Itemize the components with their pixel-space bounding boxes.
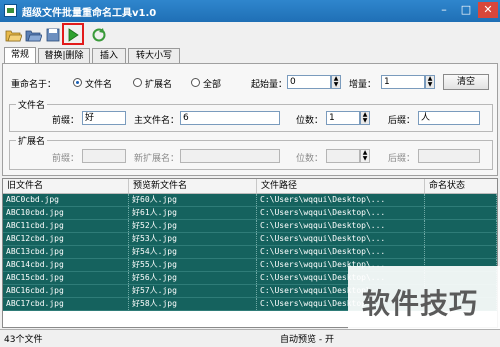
- radio-all-label: 全部: [203, 80, 222, 90]
- table-row[interactable]: ABC11cbd.jpg 好52人.jpg C:\Users\wqqui\Deskt…: [3, 220, 497, 233]
- column-header-old-name[interactable]: 旧文件名: [3, 179, 129, 193]
- open-file-icon[interactable]: [4, 26, 23, 44]
- start-value-spinner[interactable]: ▲ ▼: [331, 75, 341, 89]
- suffix-input[interactable]: 人: [418, 111, 480, 125]
- ext-prefix-label: 前缀：: [52, 154, 80, 164]
- table-row[interactable]: ABC0cbd.jpg 好60人.jpg C:\Users\wqqui\Deskto…: [3, 194, 497, 207]
- ext-digits-input[interactable]: [326, 149, 360, 163]
- cell-new-name: 好57人.jpg: [129, 285, 257, 297]
- table-row[interactable]: ABC12cbd.jpg 好53人.jpg C:\Users\wqqui\Deskt…: [3, 233, 497, 246]
- preview-mode-status: 自动预览 - 开: [280, 335, 334, 345]
- cell-path: C:\Users\wqqui\Desktop\...: [257, 246, 425, 258]
- table-header: 旧文件名 预览新文件名 文件路径 命名状态: [3, 179, 497, 194]
- table-row[interactable]: ABC10cbd.jpg 好61人.jpg C:\Users\wqqui\Deskt…: [3, 207, 497, 220]
- main-name-input[interactable]: 6: [180, 111, 280, 125]
- tab-case-convert[interactable]: 转大小写: [128, 48, 180, 63]
- file-count-status: 43个文件: [4, 335, 43, 345]
- tab-insert[interactable]: 插入: [92, 48, 126, 63]
- radio-extension-label: 扩展名: [145, 80, 173, 90]
- cell-old-name: ABC15cbd.jpg: [3, 272, 129, 284]
- cell-old-name: ABC14cbd.jpg: [3, 259, 129, 271]
- cell-old-name: ABC17cbd.jpg: [3, 298, 129, 310]
- radio-extension[interactable]: [133, 78, 142, 87]
- prefix-input[interactable]: 好: [82, 111, 126, 125]
- cell-new-name: 好58人.jpg: [129, 298, 257, 310]
- app-icon: [4, 4, 17, 17]
- prefix-label: 前缀：: [52, 116, 80, 126]
- cell-new-name: 好54人.jpg: [129, 246, 257, 258]
- step-input[interactable]: 1: [381, 75, 425, 89]
- minimize-button[interactable]: –: [434, 2, 454, 18]
- main-name-label: 主文件名：: [134, 116, 180, 126]
- rename-target-label: 重命名于：: [11, 80, 57, 90]
- watermark: 软件技巧: [348, 266, 500, 332]
- close-button[interactable]: ✕: [478, 2, 498, 18]
- tab-replace-delete[interactable]: 替换|删除: [38, 48, 90, 63]
- cell-new-name: 好55人.jpg: [129, 259, 257, 271]
- cell-status: [425, 233, 497, 245]
- cell-new-name: 好53人.jpg: [129, 233, 257, 245]
- tab-general[interactable]: 常规: [4, 47, 36, 64]
- ext-digits-label: 位数：: [296, 154, 324, 164]
- play-icon[interactable]: [64, 26, 82, 44]
- maximize-button[interactable]: □: [456, 2, 476, 18]
- start-value-label: 起始量：: [251, 80, 288, 90]
- cell-old-name: ABC11cbd.jpg: [3, 220, 129, 232]
- cell-new-name: 好56人.jpg: [129, 272, 257, 284]
- column-header-new-name[interactable]: 预览新文件名: [129, 179, 257, 193]
- general-panel: 重命名于： 文件名 扩展名 全部 起始量： 0 ▲ ▼ 增量： 1 ▲ ▼ 清空 文…: [2, 63, 498, 176]
- column-header-status[interactable]: 命名状态: [425, 179, 497, 193]
- radio-filename[interactable]: [73, 78, 82, 87]
- suffix-label: 后缀：: [388, 116, 416, 126]
- cell-path: C:\Users\wqqui\Desktop\...: [257, 194, 425, 206]
- step-label: 增量：: [349, 80, 377, 90]
- cell-new-name: 好60人.jpg: [129, 194, 257, 206]
- cell-status: [425, 207, 497, 219]
- extension-group: 扩展名 前缀： 新扩展名： 位数： ▲ ▼ 后缀：: [9, 134, 493, 170]
- clear-button[interactable]: 清空: [443, 74, 489, 90]
- cell-old-name: ABC13cbd.jpg: [3, 246, 129, 258]
- cell-old-name: ABC10cbd.jpg: [3, 207, 129, 219]
- cell-old-name: ABC0cbd.jpg: [3, 194, 129, 206]
- title-bar: 超级文件批量重命名工具v1.0 – □ ✕: [0, 0, 500, 22]
- extension-group-title: 扩展名: [16, 134, 48, 147]
- save-icon[interactable]: [44, 26, 62, 44]
- open-folder-icon[interactable]: [24, 26, 43, 44]
- start-value-input[interactable]: 0: [287, 75, 331, 89]
- cell-new-name: 好61人.jpg: [129, 207, 257, 219]
- cell-old-name: ABC12cbd.jpg: [3, 233, 129, 245]
- cell-status: [425, 194, 497, 206]
- ext-prefix-input[interactable]: [82, 149, 126, 163]
- new-ext-label: 新扩展名：: [134, 154, 180, 164]
- cell-status: [425, 246, 497, 258]
- column-header-path[interactable]: 文件路径: [257, 179, 425, 193]
- status-bar: 43个文件 自动预览 - 开: [0, 329, 500, 347]
- cell-new-name: 好52人.jpg: [129, 220, 257, 232]
- refresh-icon[interactable]: [90, 26, 108, 44]
- filename-group: 文件名 前缀： 好 主文件名： 6 位数： 1 ▲ ▼ 后缀： 人: [9, 98, 493, 132]
- window-title: 超级文件批量重命名工具v1.0: [22, 8, 157, 19]
- ext-suffix-label: 后缀：: [388, 154, 416, 164]
- radio-filename-label: 文件名: [85, 80, 113, 90]
- cell-old-name: ABC16cbd.jpg: [3, 285, 129, 297]
- toolbar: [0, 22, 500, 48]
- ext-suffix-input[interactable]: [418, 149, 480, 163]
- digits-label: 位数：: [296, 116, 324, 126]
- new-ext-input[interactable]: [180, 149, 280, 163]
- cell-path: C:\Users\wqqui\Desktop\...: [257, 233, 425, 245]
- watermark-text: 软件技巧: [362, 287, 479, 320]
- ext-digits-spinner[interactable]: ▲ ▼: [360, 149, 370, 163]
- digits-spinner[interactable]: ▲ ▼: [360, 111, 370, 125]
- table-row[interactable]: ABC13cbd.jpg 好54人.jpg C:\Users\wqqui\Deskt…: [3, 246, 497, 259]
- step-spinner[interactable]: ▲ ▼: [425, 75, 435, 89]
- cell-path: C:\Users\wqqui\Desktop\...: [257, 220, 425, 232]
- cell-path: C:\Users\wqqui\Desktop\...: [257, 207, 425, 219]
- cell-status: [425, 220, 497, 232]
- filename-group-title: 文件名: [16, 98, 48, 111]
- digits-input[interactable]: 1: [326, 111, 360, 125]
- radio-all[interactable]: [191, 78, 200, 87]
